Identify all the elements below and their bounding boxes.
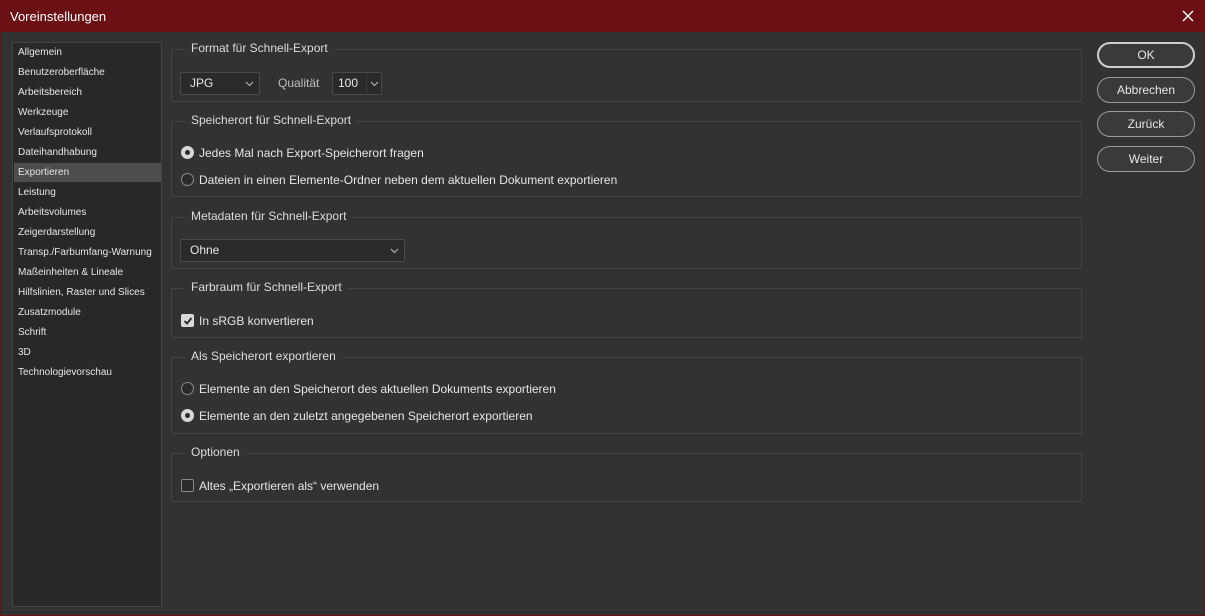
chevron-down-icon: [370, 81, 379, 87]
format-select-value: JPG: [190, 76, 214, 90]
format-select[interactable]: JPG: [180, 72, 260, 95]
sidebar-item-leistung[interactable]: Leistung: [14, 183, 161, 202]
sidebar-item-hilfslinien[interactable]: Hilfslinien, Raster und Slices: [14, 283, 161, 302]
sidebar-item-exportieren[interactable]: Exportieren: [14, 163, 161, 182]
checkmark-icon: [183, 317, 193, 325]
sidebar-item-technologievorschau[interactable]: Technologievorschau: [14, 363, 161, 382]
radio-label: Elemente an den Speicherort des aktuelle…: [199, 382, 556, 396]
sidebar-item-dateihandhabung[interactable]: Dateihandhabung: [14, 143, 161, 162]
sidebar-item-werkzeuge[interactable]: Werkzeuge: [14, 103, 161, 122]
radio-label: Dateien in einen Elemente-Ordner neben d…: [199, 173, 618, 187]
group-format-legend: Format für Schnell-Export: [185, 41, 334, 55]
checkbox-label: Altes „Exportieren als“ verwenden: [199, 479, 380, 493]
group-location-legend: Speicherort für Schnell-Export: [185, 113, 358, 127]
sidebar-item-arbeitsbereich[interactable]: Arbeitsbereich: [14, 83, 161, 102]
title-bar: Voreinstellungen: [1, 1, 1204, 32]
close-button[interactable]: [1172, 1, 1204, 32]
sidebar-item-verlaufsprotokoll[interactable]: Verlaufsprotokoll: [14, 123, 161, 142]
category-list: Allgemein Benutzeroberfläche Arbeitsbere…: [12, 42, 162, 607]
group-metadata-legend: Metadaten für Schnell-Export: [185, 209, 353, 223]
chevron-down-icon: [245, 81, 254, 87]
preferences-dialog: Voreinstellungen Allgemein Benutzeroberf…: [0, 0, 1205, 616]
group-options: Optionen Altes „Exportieren als“ verwend…: [171, 445, 1082, 502]
sidebar-item-arbeitsvolumes[interactable]: Arbeitsvolumes: [14, 203, 161, 222]
sidebar-item-3d[interactable]: 3D: [14, 343, 161, 362]
group-location: Speicherort für Schnell-Export Jedes Mal…: [171, 113, 1082, 197]
metadata-select[interactable]: Ohne: [180, 239, 405, 262]
quality-label: Qualität: [278, 76, 320, 90]
radio-label: Elemente an den zuletzt angegebenen Spei…: [199, 409, 533, 423]
sidebar-item-benutzeroberflaeche[interactable]: Benutzeroberfläche: [14, 63, 161, 82]
window-title: Voreinstellungen: [10, 9, 107, 24]
radio-button[interactable]: [181, 382, 194, 395]
quality-dropdown-button[interactable]: [366, 72, 382, 95]
ok-button[interactable]: OK: [1097, 42, 1195, 68]
sidebar-item-masseinheiten[interactable]: Maßeinheiten & Lineale: [14, 263, 161, 282]
group-metadata: Metadaten für Schnell-Export Ohne: [171, 209, 1082, 269]
group-options-legend: Optionen: [185, 445, 246, 459]
radio-button[interactable]: [181, 146, 194, 159]
radio-button[interactable]: [181, 173, 194, 186]
group-export-as: Als Speicherort exportieren Elemente an …: [171, 349, 1082, 434]
chevron-down-icon: [390, 248, 399, 254]
radio-button[interactable]: [181, 409, 194, 422]
sidebar-item-zusatzmodule[interactable]: Zusatzmodule: [14, 303, 161, 322]
quality-input[interactable]: 100: [332, 72, 368, 95]
close-icon: [1182, 10, 1194, 22]
group-colorspace: Farbraum für Schnell-Export In sRGB konv…: [171, 280, 1082, 338]
group-colorspace-legend: Farbraum für Schnell-Export: [185, 280, 348, 294]
radio-label: Jedes Mal nach Export-Speicherort fragen: [199, 146, 424, 160]
group-export-as-legend: Als Speicherort exportieren: [185, 349, 342, 363]
next-button[interactable]: Weiter: [1097, 146, 1195, 172]
checkbox[interactable]: [181, 479, 194, 492]
metadata-select-value: Ohne: [190, 243, 220, 257]
cancel-button[interactable]: Abbrechen: [1097, 77, 1195, 103]
checkbox-label: In sRGB konvertieren: [199, 314, 314, 328]
sidebar-item-zeigerdarstellung[interactable]: Zeigerdarstellung: [14, 223, 161, 242]
checkbox[interactable]: [181, 314, 194, 327]
sidebar-item-allgemein[interactable]: Allgemein: [14, 43, 161, 62]
sidebar-item-transparenz[interactable]: Transp./Farbumfang-Warnung: [14, 243, 161, 262]
sidebar-item-schrift[interactable]: Schrift: [14, 323, 161, 342]
back-button[interactable]: Zurück: [1097, 111, 1195, 137]
group-format: Format für Schnell-Export JPG Qualität 1…: [171, 41, 1082, 102]
